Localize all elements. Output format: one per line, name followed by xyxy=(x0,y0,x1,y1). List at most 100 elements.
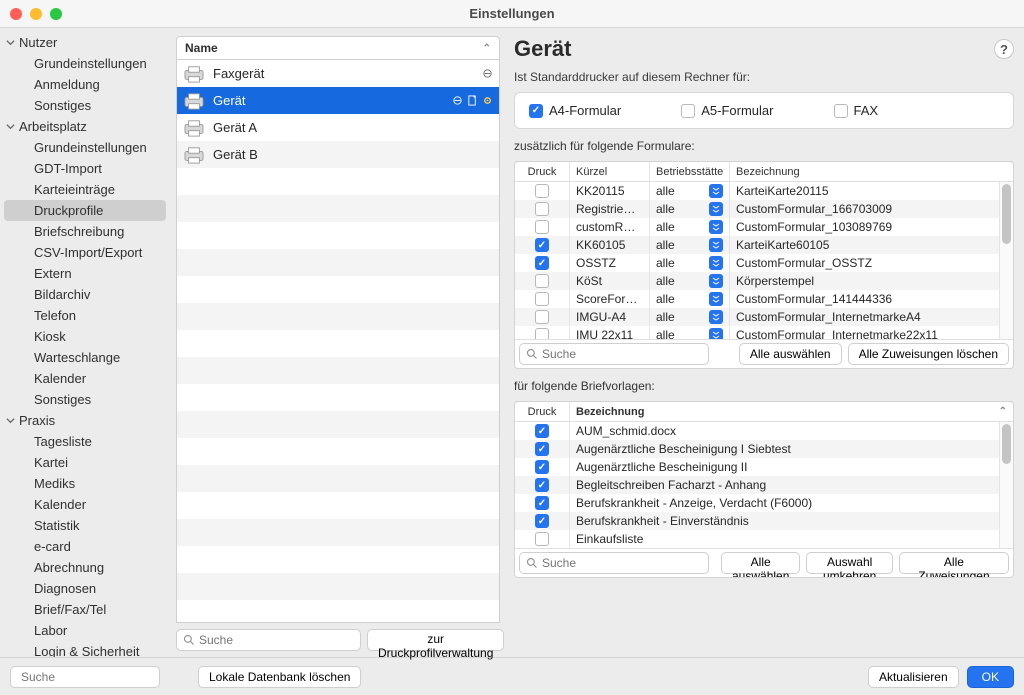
device-row[interactable]: Gerät B xyxy=(177,141,499,168)
table-row[interactable]: Augenärztliche Bescheinigung II xyxy=(515,458,999,476)
sidebar-item[interactable]: Brief/Fax/Tel xyxy=(4,599,166,620)
brief-clear-all-button[interactable]: Alle Zuweisungen löschen xyxy=(899,552,1009,574)
sidebar-item[interactable]: Kalender xyxy=(4,494,166,515)
table-row[interactable]: KöStalleKörperstempel xyxy=(515,272,999,290)
dropdown-icon[interactable] xyxy=(709,328,723,339)
checkbox-icon[interactable] xyxy=(535,460,549,474)
device-row[interactable]: Faxgerät xyxy=(177,60,499,87)
sidebar-item[interactable]: Statistik xyxy=(4,515,166,536)
sidebar-item[interactable]: Tagesliste xyxy=(4,431,166,452)
brief-invert-button[interactable]: Auswahl umkehren xyxy=(806,552,893,574)
dropdown-icon[interactable] xyxy=(709,310,723,324)
device-search[interactable] xyxy=(176,629,361,651)
device-row[interactable]: Gerät A xyxy=(177,114,499,141)
col-kurzel[interactable]: Kürzel xyxy=(570,162,650,181)
sidebar-item[interactable]: Login & Sicherheit xyxy=(4,641,166,657)
table-row[interactable]: KK60105alleKarteiKarte60105 xyxy=(515,236,999,254)
brief-search[interactable] xyxy=(519,552,709,574)
sidebar-group-nutzer[interactable]: Nutzer xyxy=(0,32,170,53)
dropdown-icon[interactable] xyxy=(709,220,723,234)
device-search-input[interactable] xyxy=(199,633,354,647)
table-row[interactable]: KK20115alleKarteiKarte20115 xyxy=(515,182,999,200)
table-row[interactable]: Einkaufsliste xyxy=(515,530,999,548)
checkbox-icon[interactable] xyxy=(535,478,549,492)
brief-body[interactable]: AUM_schmid.docxAugenärztliche Bescheinig… xyxy=(515,422,999,548)
global-search[interactable] xyxy=(10,666,160,688)
table-row[interactable]: Registrie…alleCustomFormular_166703009 xyxy=(515,200,999,218)
refresh-button[interactable]: Aktualisieren xyxy=(868,666,959,688)
dropdown-icon[interactable] xyxy=(709,274,723,288)
checkbox-icon[interactable] xyxy=(529,104,543,118)
dropdown-icon[interactable] xyxy=(709,238,723,252)
formulare-search[interactable] xyxy=(519,343,709,365)
sidebar-item[interactable]: e-card xyxy=(4,536,166,557)
formulare-header[interactable]: Druck Kürzel Betriebsstätte Bezeichnung xyxy=(515,162,1013,182)
table-row[interactable]: IMGU-A4alleCustomFormular_InternetmarkeA… xyxy=(515,308,999,326)
cell-betrieb[interactable]: alle xyxy=(650,200,730,218)
cell-betrieb[interactable]: alle xyxy=(650,218,730,236)
checkbox-icon[interactable] xyxy=(535,442,549,456)
global-search-input[interactable] xyxy=(21,670,176,684)
checkbox-icon[interactable] xyxy=(535,184,549,198)
brief-header[interactable]: Druck Bezeichnung⌃ xyxy=(515,402,1013,422)
brief-search-input[interactable] xyxy=(542,556,702,570)
sidebar-item[interactable]: Druckprofile xyxy=(4,200,166,221)
checkbox-icon[interactable] xyxy=(535,256,549,270)
sidebar-group-praxis[interactable]: Praxis xyxy=(0,410,170,431)
formulare-scrollbar[interactable] xyxy=(999,182,1013,339)
table-row[interactable]: ScoreFor…alleCustomFormular_141444336 xyxy=(515,290,999,308)
sidebar-item[interactable]: CSV-Import/Export xyxy=(4,242,166,263)
sidebar-item[interactable]: Sonstiges xyxy=(4,389,166,410)
sidebar-item[interactable]: Briefschreibung xyxy=(4,221,166,242)
checkbox-icon[interactable] xyxy=(535,220,549,234)
checkbox-icon[interactable] xyxy=(535,274,549,288)
formulare-select-all-button[interactable]: Alle auswählen xyxy=(739,343,842,365)
sidebar-item[interactable]: Abrechnung xyxy=(4,557,166,578)
checkbox-icon[interactable] xyxy=(834,104,848,118)
col-druck[interactable]: Druck xyxy=(515,162,570,181)
sidebar-item[interactable]: Kalender xyxy=(4,368,166,389)
std-check[interactable]: A4-Formular xyxy=(529,103,621,118)
dropdown-icon[interactable] xyxy=(709,202,723,216)
col-betrieb[interactable]: Betriebsstätte xyxy=(650,162,730,181)
sidebar-item[interactable]: Grundeinstellungen xyxy=(4,137,166,158)
checkbox-icon[interactable] xyxy=(535,424,549,438)
formulare-search-input[interactable] xyxy=(542,347,702,361)
col-bez[interactable]: Bezeichnung⌃ xyxy=(570,402,1013,421)
cell-betrieb[interactable]: alle xyxy=(650,254,730,272)
sidebar-item[interactable]: Warteschlange xyxy=(4,347,166,368)
checkbox-icon[interactable] xyxy=(535,292,549,306)
cell-betrieb[interactable]: alle xyxy=(650,236,730,254)
checkbox-icon[interactable] xyxy=(535,238,549,252)
checkbox-icon[interactable] xyxy=(535,310,549,324)
checkbox-icon[interactable] xyxy=(535,496,549,510)
goto-print-profile-button[interactable]: zur Druckprofilverwaltung xyxy=(367,629,504,651)
sidebar-item[interactable]: Karteieinträge xyxy=(4,179,166,200)
sidebar-item[interactable]: Anmeldung xyxy=(4,74,166,95)
table-row[interactable]: Augenärztliche Bescheinigung I Siebtest xyxy=(515,440,999,458)
device-list[interactable]: FaxgerätGerätGerät AGerät B xyxy=(176,60,500,623)
table-row[interactable]: customR…alleCustomFormular_103089769 xyxy=(515,218,999,236)
delete-local-db-button[interactable]: Lokale Datenbank löschen xyxy=(198,666,361,688)
sidebar-item[interactable]: Bildarchiv xyxy=(4,284,166,305)
col-bez[interactable]: Bezeichnung xyxy=(730,162,1013,181)
cell-betrieb[interactable]: alle xyxy=(650,290,730,308)
brief-select-all-button[interactable]: Alle auswählen xyxy=(721,552,800,574)
checkbox-icon[interactable] xyxy=(681,104,695,118)
table-row[interactable]: AUM_schmid.docx xyxy=(515,422,999,440)
std-check[interactable]: FAX xyxy=(834,103,879,118)
sidebar-item[interactable]: Labor xyxy=(4,620,166,641)
checkbox-icon[interactable] xyxy=(535,514,549,528)
device-row[interactable]: Gerät xyxy=(177,87,499,114)
dropdown-icon[interactable] xyxy=(709,292,723,306)
sidebar-item[interactable]: Grundeinstellungen xyxy=(4,53,166,74)
brief-scrollbar[interactable] xyxy=(999,422,1013,548)
sidebar-item[interactable]: Telefon xyxy=(4,305,166,326)
sidebar-item[interactable]: Kartei xyxy=(4,452,166,473)
cell-betrieb[interactable]: alle xyxy=(650,182,730,200)
table-row[interactable]: IMU 22x11alleCustomFormular_Internetmark… xyxy=(515,326,999,339)
help-button[interactable]: ? xyxy=(994,39,1014,59)
sidebar-item[interactable]: Mediks xyxy=(4,473,166,494)
dropdown-icon[interactable] xyxy=(709,184,723,198)
table-row[interactable]: OSSTZalleCustomFormular_OSSTZ xyxy=(515,254,999,272)
